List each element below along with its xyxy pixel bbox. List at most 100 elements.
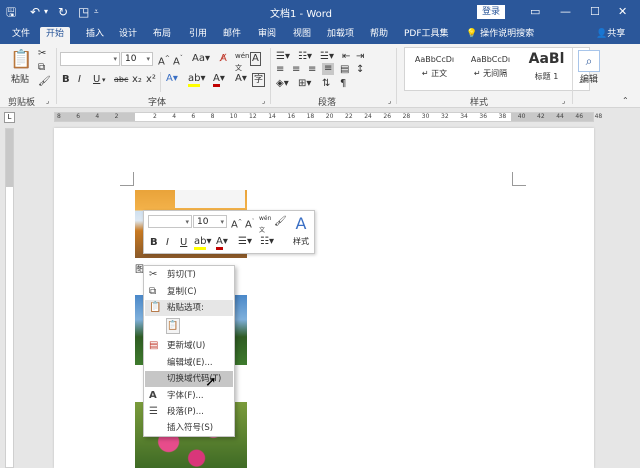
style-heading-1[interactable]: AaBl 标题 1 — [519, 50, 574, 88]
minimize-icon[interactable]: — — [560, 4, 571, 20]
editing-label[interactable]: 编辑 — [580, 74, 598, 86]
tab-home[interactable]: 开始 — [40, 27, 71, 44]
menu-item-edit-field[interactable]: 编辑域(E)... — [145, 355, 233, 371]
numbering-icon[interactable]: ☷▾ — [260, 236, 274, 248]
tab-insert[interactable]: 插入 — [86, 27, 104, 44]
grow-font-icon[interactable]: A^ — [231, 216, 242, 231]
menu-item-insert-symbol[interactable]: 插入符号(S) — [145, 420, 233, 436]
menu-item-copy[interactable]: ⧉ 复制(C) — [145, 284, 233, 300]
customize-qat-icon[interactable]: ⩡ — [94, 4, 99, 20]
font-color-icon[interactable]: A▾ — [216, 236, 228, 250]
phonetic-guide-icon[interactable]: wén 文 — [259, 213, 271, 237]
maximize-icon[interactable]: ☐ — [590, 4, 600, 20]
paste-keep-text-icon[interactable]: 📋 — [166, 318, 180, 334]
mini-font-name-combo[interactable]: ▾ — [148, 215, 192, 228]
font-size-combo[interactable]: 10 ▾ — [121, 52, 153, 66]
vertical-ruler[interactable] — [5, 128, 14, 468]
shading-paint-icon[interactable]: ◈▾ — [276, 78, 289, 90]
align-right-icon[interactable]: ≡ — [308, 64, 316, 76]
italic-icon[interactable]: I — [78, 74, 81, 86]
touch-mode-icon[interactable]: ◳ — [78, 4, 89, 20]
tab-pdf-tools[interactable]: PDF工具集 — [404, 27, 449, 44]
mini-styles-button[interactable]: A 样式 — [290, 215, 312, 247]
sort-icon[interactable]: ⇅ — [322, 78, 330, 90]
character-border-icon[interactable]: A — [250, 52, 261, 66]
collapse-ribbon-icon[interactable]: ⌃ — [622, 95, 629, 107]
format-painter-icon[interactable]: 🖌 — [274, 216, 287, 228]
menu-item-cut[interactable]: ✂ 剪切(T) — [145, 267, 233, 283]
tab-references[interactable]: 引用 — [189, 27, 207, 44]
tab-review[interactable]: 审阅 — [258, 27, 276, 44]
superscript-icon[interactable]: x² — [146, 74, 156, 86]
tab-view[interactable]: 视图 — [293, 27, 311, 44]
menu-item-toggle-field-codes[interactable]: 切换域代码(T) — [145, 371, 233, 387]
show-marks-icon[interactable]: ¶ — [340, 78, 346, 90]
menu-item-update-field[interactable]: ▤ 更新域(U) — [145, 338, 233, 354]
bold-icon[interactable]: B — [62, 74, 70, 86]
shrink-font-icon[interactable]: Aˇ — [245, 216, 254, 231]
tab-file[interactable]: 文件 — [12, 27, 30, 44]
center-icon[interactable]: ≡ — [292, 64, 300, 76]
underline-dropdown-icon[interactable]: ▾ — [102, 74, 106, 86]
clear-formatting-icon[interactable]: A̸ — [220, 53, 227, 65]
numbering-icon[interactable]: ☷▾ — [298, 51, 312, 63]
borders-icon[interactable]: ⊞▾ — [298, 78, 311, 90]
shading-icon[interactable]: A▾ — [235, 73, 247, 85]
grow-font-icon[interactable]: A^ — [158, 53, 170, 68]
mini-font-size-combo[interactable]: 10 ▾ — [193, 215, 227, 228]
tab-mailings[interactable]: 邮件 — [223, 27, 241, 44]
ribbon-display-options-icon[interactable]: ▭ — [530, 4, 540, 20]
phonetic-guide-icon[interactable]: wén 文 — [235, 50, 249, 74]
bold-icon[interactable]: B — [150, 237, 158, 249]
align-left-icon[interactable]: ≡ — [276, 64, 284, 76]
format-painter-icon[interactable]: 🖌 — [38, 76, 51, 88]
style-normal[interactable]: AaBbCcDı ↵ 正文 — [407, 50, 462, 88]
tab-design[interactable]: 设计 — [119, 27, 137, 44]
share-button[interactable]: 👤共享 — [596, 27, 625, 42]
cut-icon[interactable]: ✂ — [38, 48, 46, 60]
italic-icon[interactable]: I — [166, 237, 169, 249]
horizontal-ruler[interactable]: 8 6 4 2 2 4 6 8 10 12 14 16 18 20 22 24 26 28 30 32 34 36 38 40… — [54, 112, 602, 122]
subscript-icon[interactable]: x₂ — [132, 74, 142, 86]
search-icon[interactable]: ⌕ — [578, 50, 600, 72]
bullets-icon[interactable]: ☰▾ — [238, 236, 252, 248]
menu-item-paragraph[interactable]: ☰ 段落(P)... — [145, 404, 233, 420]
text-effects-icon[interactable]: A▾ — [166, 73, 178, 85]
styles-launcher-icon[interactable]: ⌟ — [562, 95, 565, 107]
tab-help[interactable]: 帮助 — [370, 27, 388, 44]
multilevel-list-icon[interactable]: ☱▾ — [320, 51, 334, 63]
tell-me-search[interactable]: 💡 操作说明搜索 — [466, 27, 534, 42]
tab-layout[interactable]: 布局 — [153, 27, 171, 44]
paste-icon[interactable]: 📋 — [10, 50, 32, 70]
undo-icon[interactable]: ↶ — [30, 4, 40, 20]
style-no-spacing[interactable]: AaBbCcDı ↵ 无间隔 — [463, 50, 518, 88]
font-launcher-icon[interactable]: ⌟ — [262, 95, 265, 107]
underline-icon[interactable]: U — [180, 237, 187, 249]
underline-icon[interactable]: U — [93, 74, 100, 86]
change-case-icon[interactable]: Aa▾ — [192, 53, 210, 65]
menu-item-font[interactable]: A 字体(F)... — [145, 388, 233, 404]
tab-selector-icon[interactable]: L — [4, 112, 15, 123]
line-spacing-icon[interactable]: ↕ — [356, 64, 364, 76]
highlight-color-icon[interactable]: ab▾ — [194, 236, 212, 250]
login-button[interactable]: 登录 — [477, 5, 505, 19]
distributed-icon[interactable]: ▤ — [340, 64, 349, 76]
font-color-icon[interactable]: A▾ — [213, 73, 225, 87]
clipboard-launcher-icon[interactable]: ⌟ — [46, 95, 49, 107]
tab-addins[interactable]: 加载项 — [327, 27, 354, 44]
justify-icon[interactable]: ≡ — [322, 63, 335, 75]
copy-icon[interactable]: ⧉ — [38, 62, 45, 74]
shrink-font-icon[interactable]: Aˇ — [173, 53, 183, 68]
increase-indent-icon[interactable]: ⇥ — [356, 51, 364, 63]
highlight-color-icon[interactable]: ab▾ — [188, 73, 206, 87]
undo-dropdown-icon[interactable]: ▾ — [44, 4, 48, 20]
paragraph-launcher-icon[interactable]: ⌟ — [388, 95, 391, 107]
save-icon[interactable]: 🖫 — [6, 4, 16, 20]
decrease-indent-icon[interactable]: ⇤ — [342, 51, 350, 63]
bullets-icon[interactable]: ☰▾ — [276, 51, 290, 63]
redo-icon[interactable]: ↻ — [58, 4, 68, 20]
enclose-characters-icon[interactable]: 字 — [252, 73, 266, 87]
close-icon[interactable]: ✕ — [618, 4, 627, 20]
strikethrough-icon[interactable]: abc — [114, 74, 128, 86]
paste-label[interactable]: 粘贴 — [11, 74, 29, 86]
